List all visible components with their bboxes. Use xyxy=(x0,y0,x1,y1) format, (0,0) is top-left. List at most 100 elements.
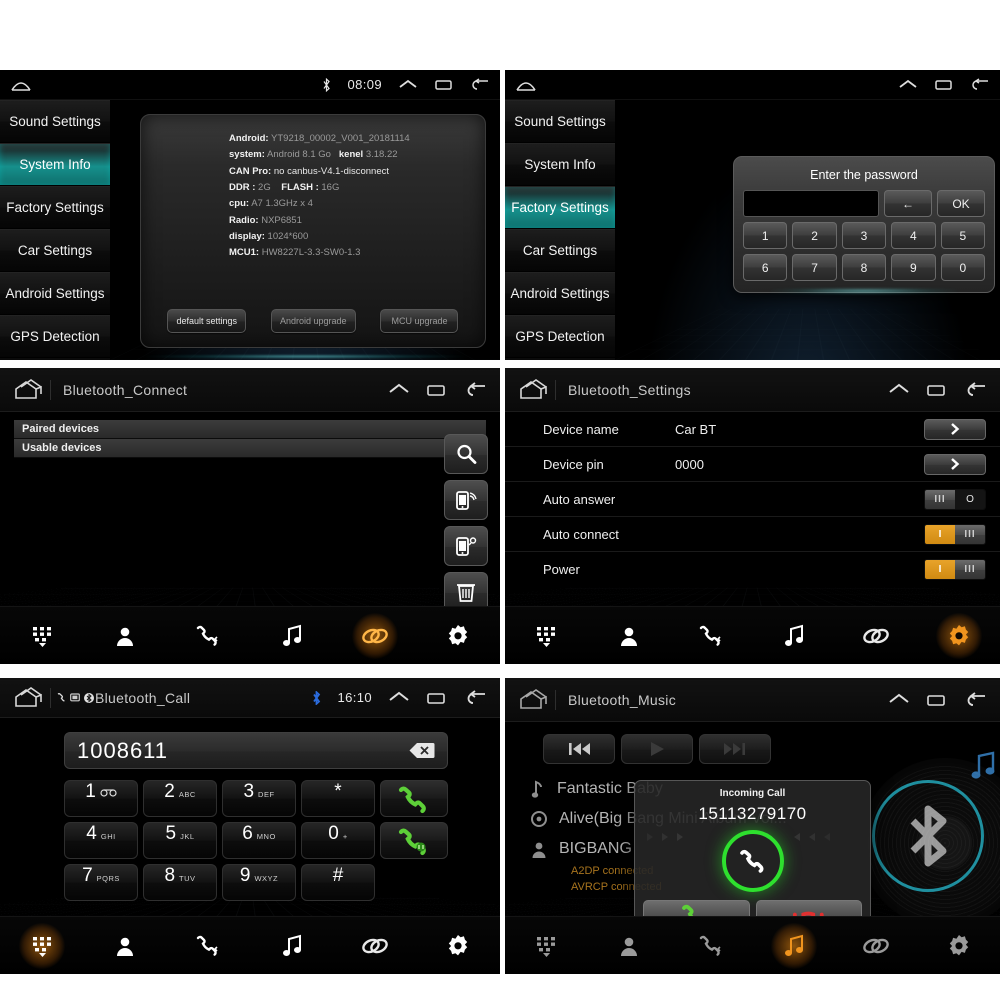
power-toggle[interactable]: I III xyxy=(924,559,986,580)
nav-dialpad[interactable] xyxy=(18,922,65,969)
setting-row-auto-answer[interactable]: Auto answer III O xyxy=(505,482,1000,517)
chevron-up-icon[interactable] xyxy=(388,691,410,704)
nav-settings[interactable] xyxy=(435,923,481,969)
recents-icon[interactable] xyxy=(926,383,948,397)
sidebar-item-android-settings[interactable]: Android Settings xyxy=(0,272,110,315)
previous-button[interactable] xyxy=(543,734,615,764)
key-8[interactable]: 8 xyxy=(841,254,887,281)
next-button[interactable] xyxy=(699,734,771,764)
back-icon[interactable] xyxy=(970,78,990,91)
key-0[interactable]: 0 + xyxy=(301,822,375,859)
backspace-button[interactable]: ← xyxy=(884,190,932,217)
nav-call-history[interactable] xyxy=(688,613,734,659)
recents-icon[interactable] xyxy=(434,78,454,91)
key-5[interactable]: 5 xyxy=(940,222,985,249)
list-header-usable-devices[interactable]: Usable devices xyxy=(14,439,486,458)
key-2[interactable]: 2 ABC xyxy=(143,780,217,817)
key-3[interactable]: 3 DEF xyxy=(222,780,296,817)
mcu-upgrade-button[interactable]: MCU upgrade xyxy=(380,309,459,333)
nav-music[interactable] xyxy=(269,923,315,969)
nav-settings[interactable] xyxy=(936,923,982,969)
chevron-up-icon[interactable] xyxy=(398,79,418,91)
delete-button[interactable] xyxy=(444,572,488,606)
key-7[interactable]: 7 xyxy=(792,254,837,281)
dial-call-button[interactable] xyxy=(380,780,448,817)
back-icon[interactable] xyxy=(464,690,488,705)
recents-icon[interactable] xyxy=(426,691,448,705)
key-3[interactable]: 3 xyxy=(841,222,887,249)
key-4[interactable]: 4 xyxy=(891,222,936,249)
sidebar-item-system-info[interactable]: System Info xyxy=(0,143,110,186)
recents-icon[interactable] xyxy=(934,78,954,91)
recents-icon[interactable] xyxy=(426,383,448,397)
auto-answer-toggle[interactable]: III O xyxy=(924,488,986,510)
ok-button[interactable]: OK xyxy=(937,190,985,217)
home-icon[interactable] xyxy=(517,688,547,711)
device-name-edit-button[interactable] xyxy=(924,418,986,440)
connect-phone-button[interactable] xyxy=(444,480,488,520)
chevron-up-icon[interactable] xyxy=(388,383,410,396)
accept-call-button[interactable] xyxy=(643,900,750,916)
key-6[interactable]: 6 xyxy=(743,254,788,281)
play-button[interactable] xyxy=(621,734,693,764)
key-0[interactable]: 0 xyxy=(940,254,985,281)
back-icon[interactable] xyxy=(964,692,988,707)
recents-icon[interactable] xyxy=(926,693,948,707)
key-4[interactable]: 4 GHI xyxy=(64,822,138,859)
home-icon[interactable] xyxy=(517,378,547,401)
nav-bluetooth-link[interactable] xyxy=(853,613,899,659)
home-icon[interactable] xyxy=(12,378,42,401)
sidebar-item-android-settings[interactable]: Android Settings xyxy=(505,272,615,315)
chevron-up-icon[interactable] xyxy=(898,79,918,91)
sidebar-item-sound-settings[interactable]: Sound Settings xyxy=(505,100,615,143)
key-9[interactable]: 9 xyxy=(891,254,936,281)
nav-settings[interactable] xyxy=(435,613,481,659)
key-9[interactable]: 9 WXYZ xyxy=(222,864,296,901)
setting-row-auto-connect[interactable]: Auto connect I III xyxy=(505,517,1000,552)
reject-call-button[interactable] xyxy=(755,900,862,916)
device-pin-edit-button[interactable] xyxy=(924,453,986,475)
backspace-icon[interactable] xyxy=(409,742,435,759)
nav-settings[interactable] xyxy=(935,612,982,659)
nav-call-history[interactable] xyxy=(688,923,734,969)
sidebar-item-system-info[interactable]: System Info xyxy=(505,143,615,186)
nav-dialpad[interactable] xyxy=(19,613,65,659)
key-2[interactable]: 2 xyxy=(792,222,837,249)
nav-music[interactable] xyxy=(771,613,817,659)
chevron-up-icon[interactable] xyxy=(888,383,910,396)
sidebar-item-car-settings[interactable]: Car Settings xyxy=(505,229,615,272)
phone-number-display[interactable]: 1008611 xyxy=(64,732,448,769)
sidebar-item-gps-detection[interactable]: GPS Detection xyxy=(0,315,110,358)
home-icon[interactable] xyxy=(12,686,42,709)
search-phone-button[interactable] xyxy=(444,526,488,566)
call-transfer-button[interactable] xyxy=(380,822,448,859)
setting-row-device-name[interactable]: Device name Car BT xyxy=(505,412,1000,447)
home-icon[interactable] xyxy=(10,78,32,92)
nav-contacts[interactable] xyxy=(102,613,148,659)
nav-call-history[interactable] xyxy=(185,923,231,969)
nav-dialpad[interactable] xyxy=(523,613,569,659)
search-button[interactable] xyxy=(444,434,488,474)
sidebar-item-sound-settings[interactable]: Sound Settings xyxy=(0,100,110,143)
sidebar-item-factory-settings[interactable]: Factory Settings xyxy=(0,186,110,229)
key-8[interactable]: 8 TUV xyxy=(143,864,217,901)
nav-bluetooth-link[interactable] xyxy=(853,923,899,969)
nav-dialpad[interactable] xyxy=(523,923,569,969)
setting-row-device-pin[interactable]: Device pin 0000 xyxy=(505,447,1000,482)
default-settings-button[interactable]: default settings xyxy=(167,309,247,333)
nav-contacts[interactable] xyxy=(606,613,652,659)
nav-contacts[interactable] xyxy=(102,923,148,969)
home-icon[interactable] xyxy=(515,78,537,92)
nav-call-history[interactable] xyxy=(185,613,231,659)
back-icon[interactable] xyxy=(464,382,488,397)
nav-music[interactable] xyxy=(770,922,817,969)
back-icon[interactable] xyxy=(964,382,988,397)
setting-row-power[interactable]: Power I III xyxy=(505,552,1000,587)
back-icon[interactable] xyxy=(470,78,490,91)
nav-contacts[interactable] xyxy=(606,923,652,969)
nav-bluetooth-link[interactable] xyxy=(352,923,398,969)
android-upgrade-button[interactable]: Android upgrade xyxy=(270,309,356,333)
nav-music[interactable] xyxy=(269,613,315,659)
chevron-up-icon[interactable] xyxy=(888,693,910,706)
key-5[interactable]: 5 JKL xyxy=(143,822,217,859)
